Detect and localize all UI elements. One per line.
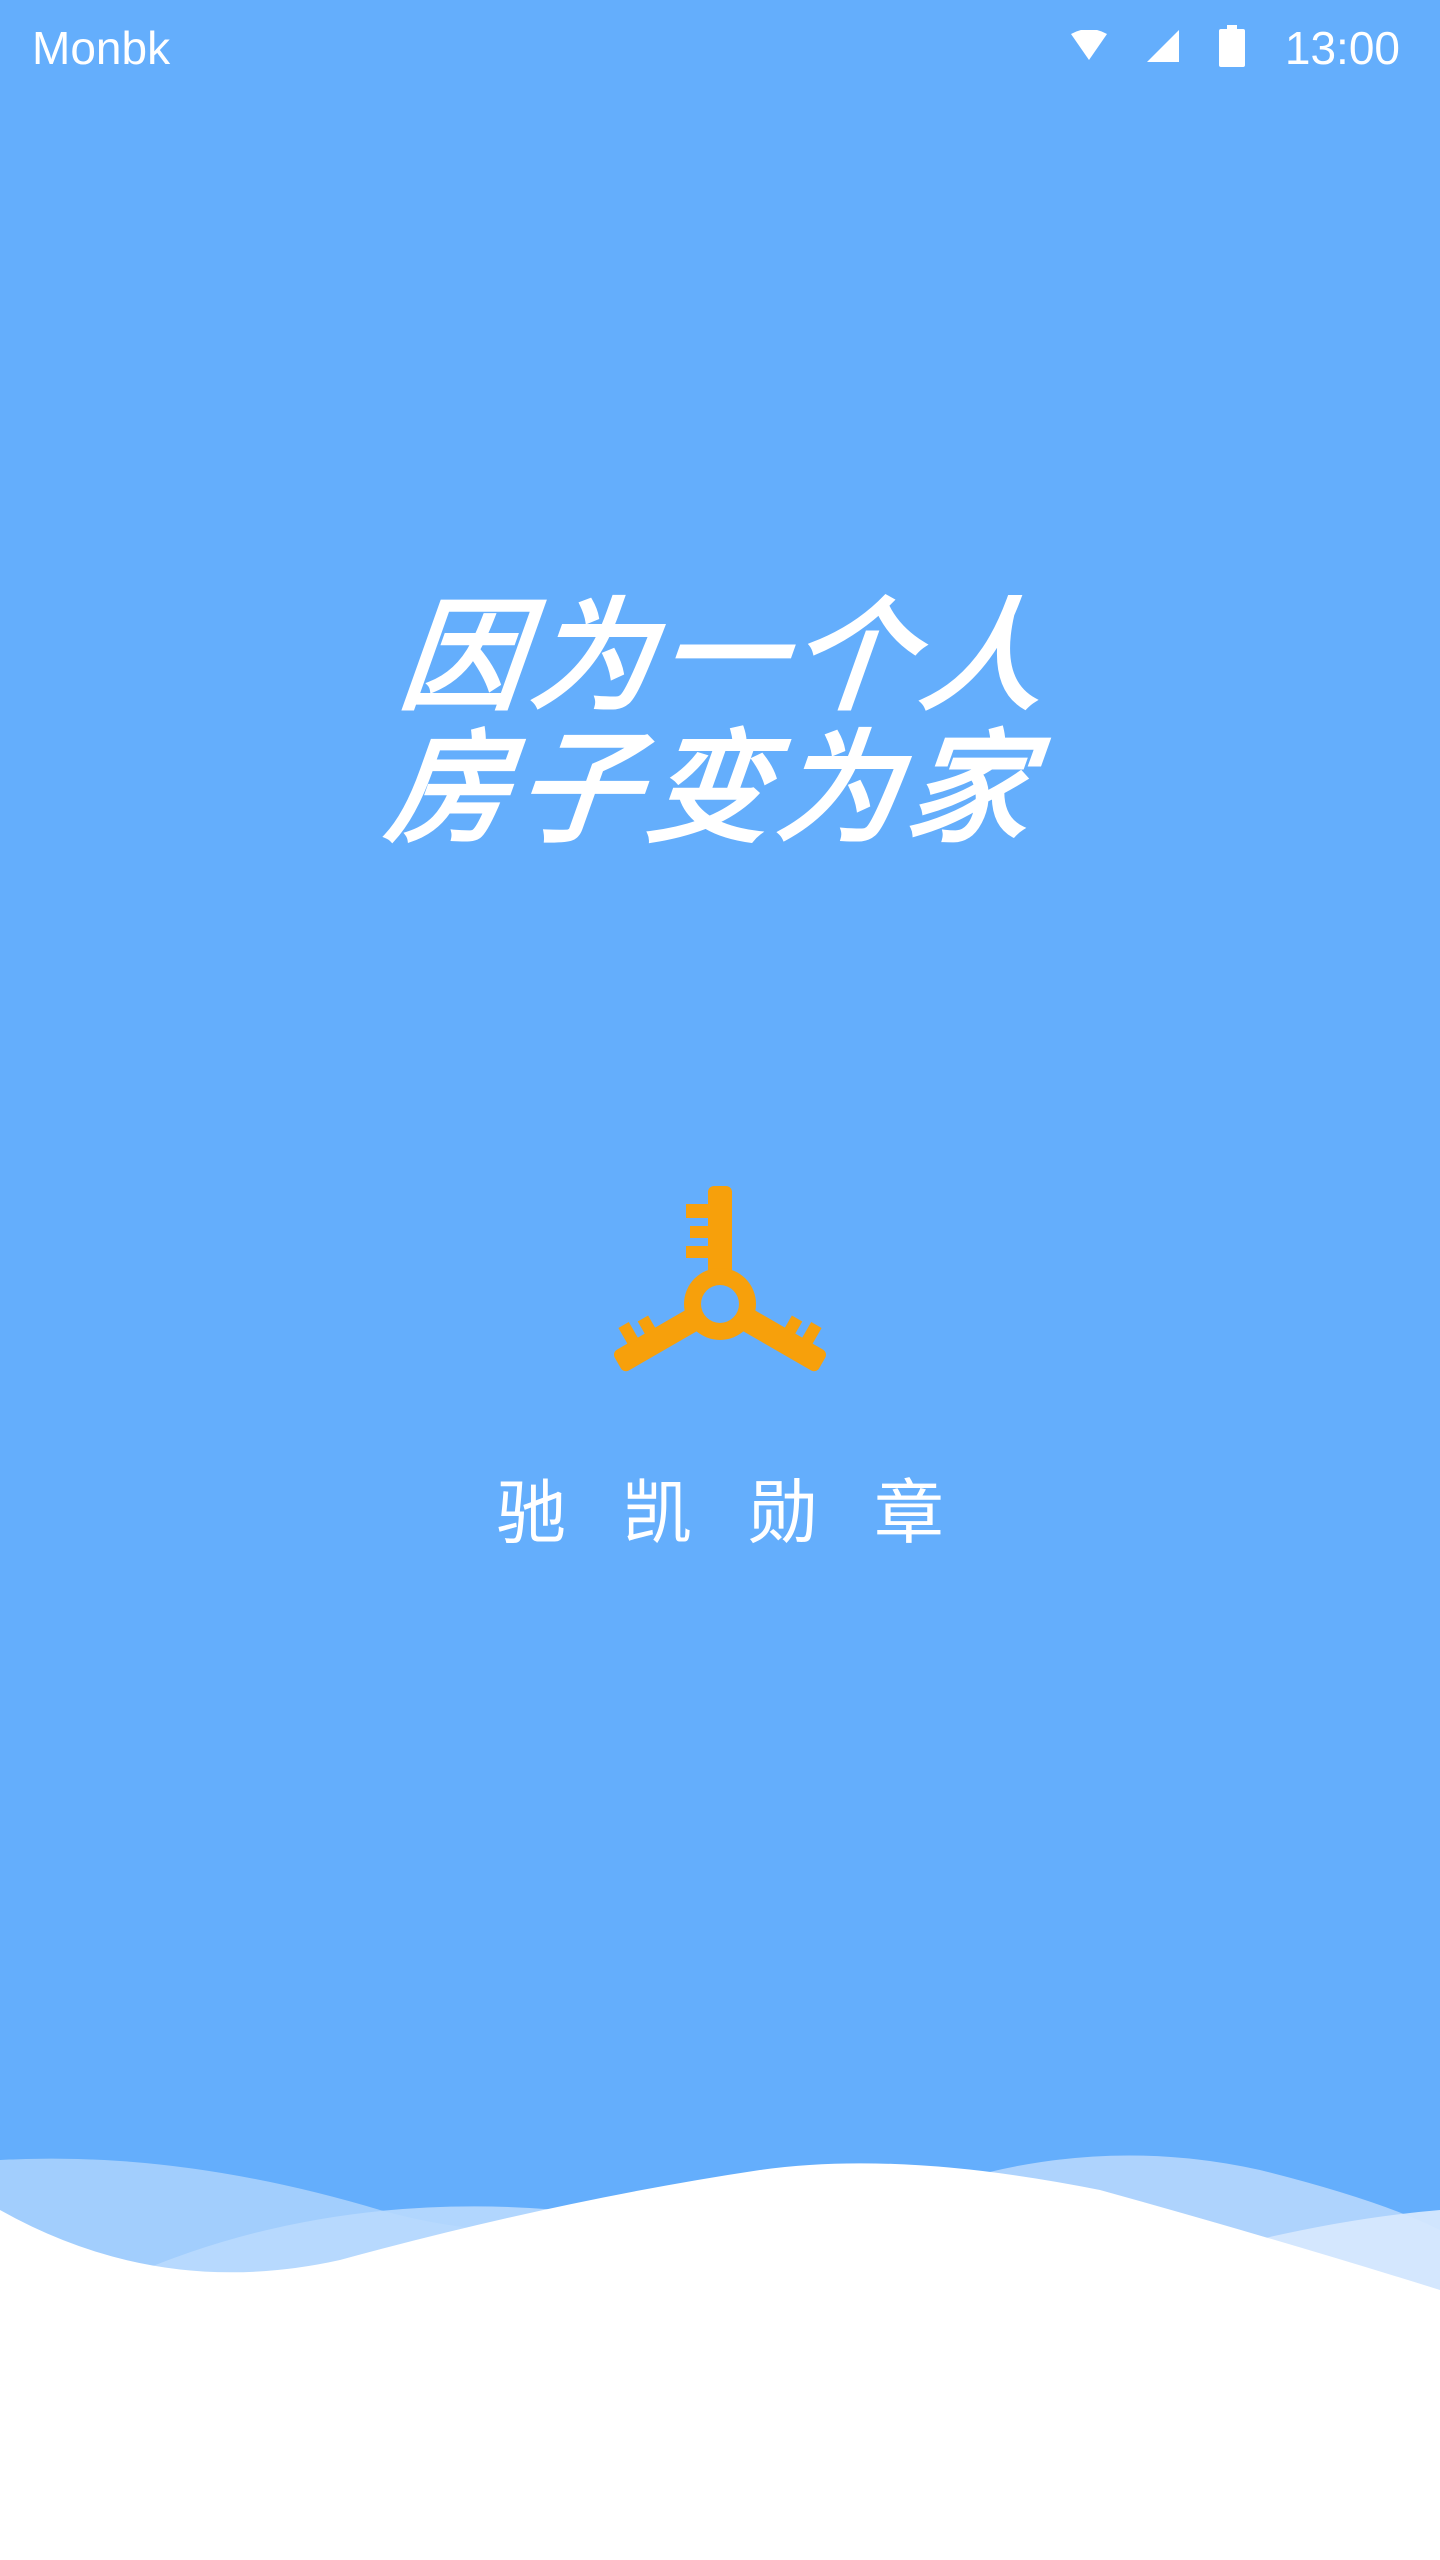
wave-decoration xyxy=(0,2155,1440,2560)
brand-name: 驰凯勋章 xyxy=(496,1472,1000,1554)
slogan-line-2: 房子变为家 xyxy=(380,716,1046,860)
slogan: 因为一个人 房子变为家 xyxy=(0,584,1440,860)
battery-icon xyxy=(1218,25,1245,71)
cell-signal-icon xyxy=(1146,30,1179,66)
status-bar: Monbk 13:00 xyxy=(0,0,1440,96)
splash-screen: Monbk 13:00 因为一个人 房子变为家 驰凯勋章 xyxy=(0,0,1440,2560)
slogan-line-1: 因为一个人 xyxy=(394,584,1060,728)
status-time: 13:00 xyxy=(1284,22,1400,74)
three-keys-icon xyxy=(600,1180,840,1400)
carrier-name: Monbk xyxy=(32,22,171,74)
status-icons: 13:00 xyxy=(1070,18,1400,78)
wifi-icon xyxy=(1070,29,1107,66)
